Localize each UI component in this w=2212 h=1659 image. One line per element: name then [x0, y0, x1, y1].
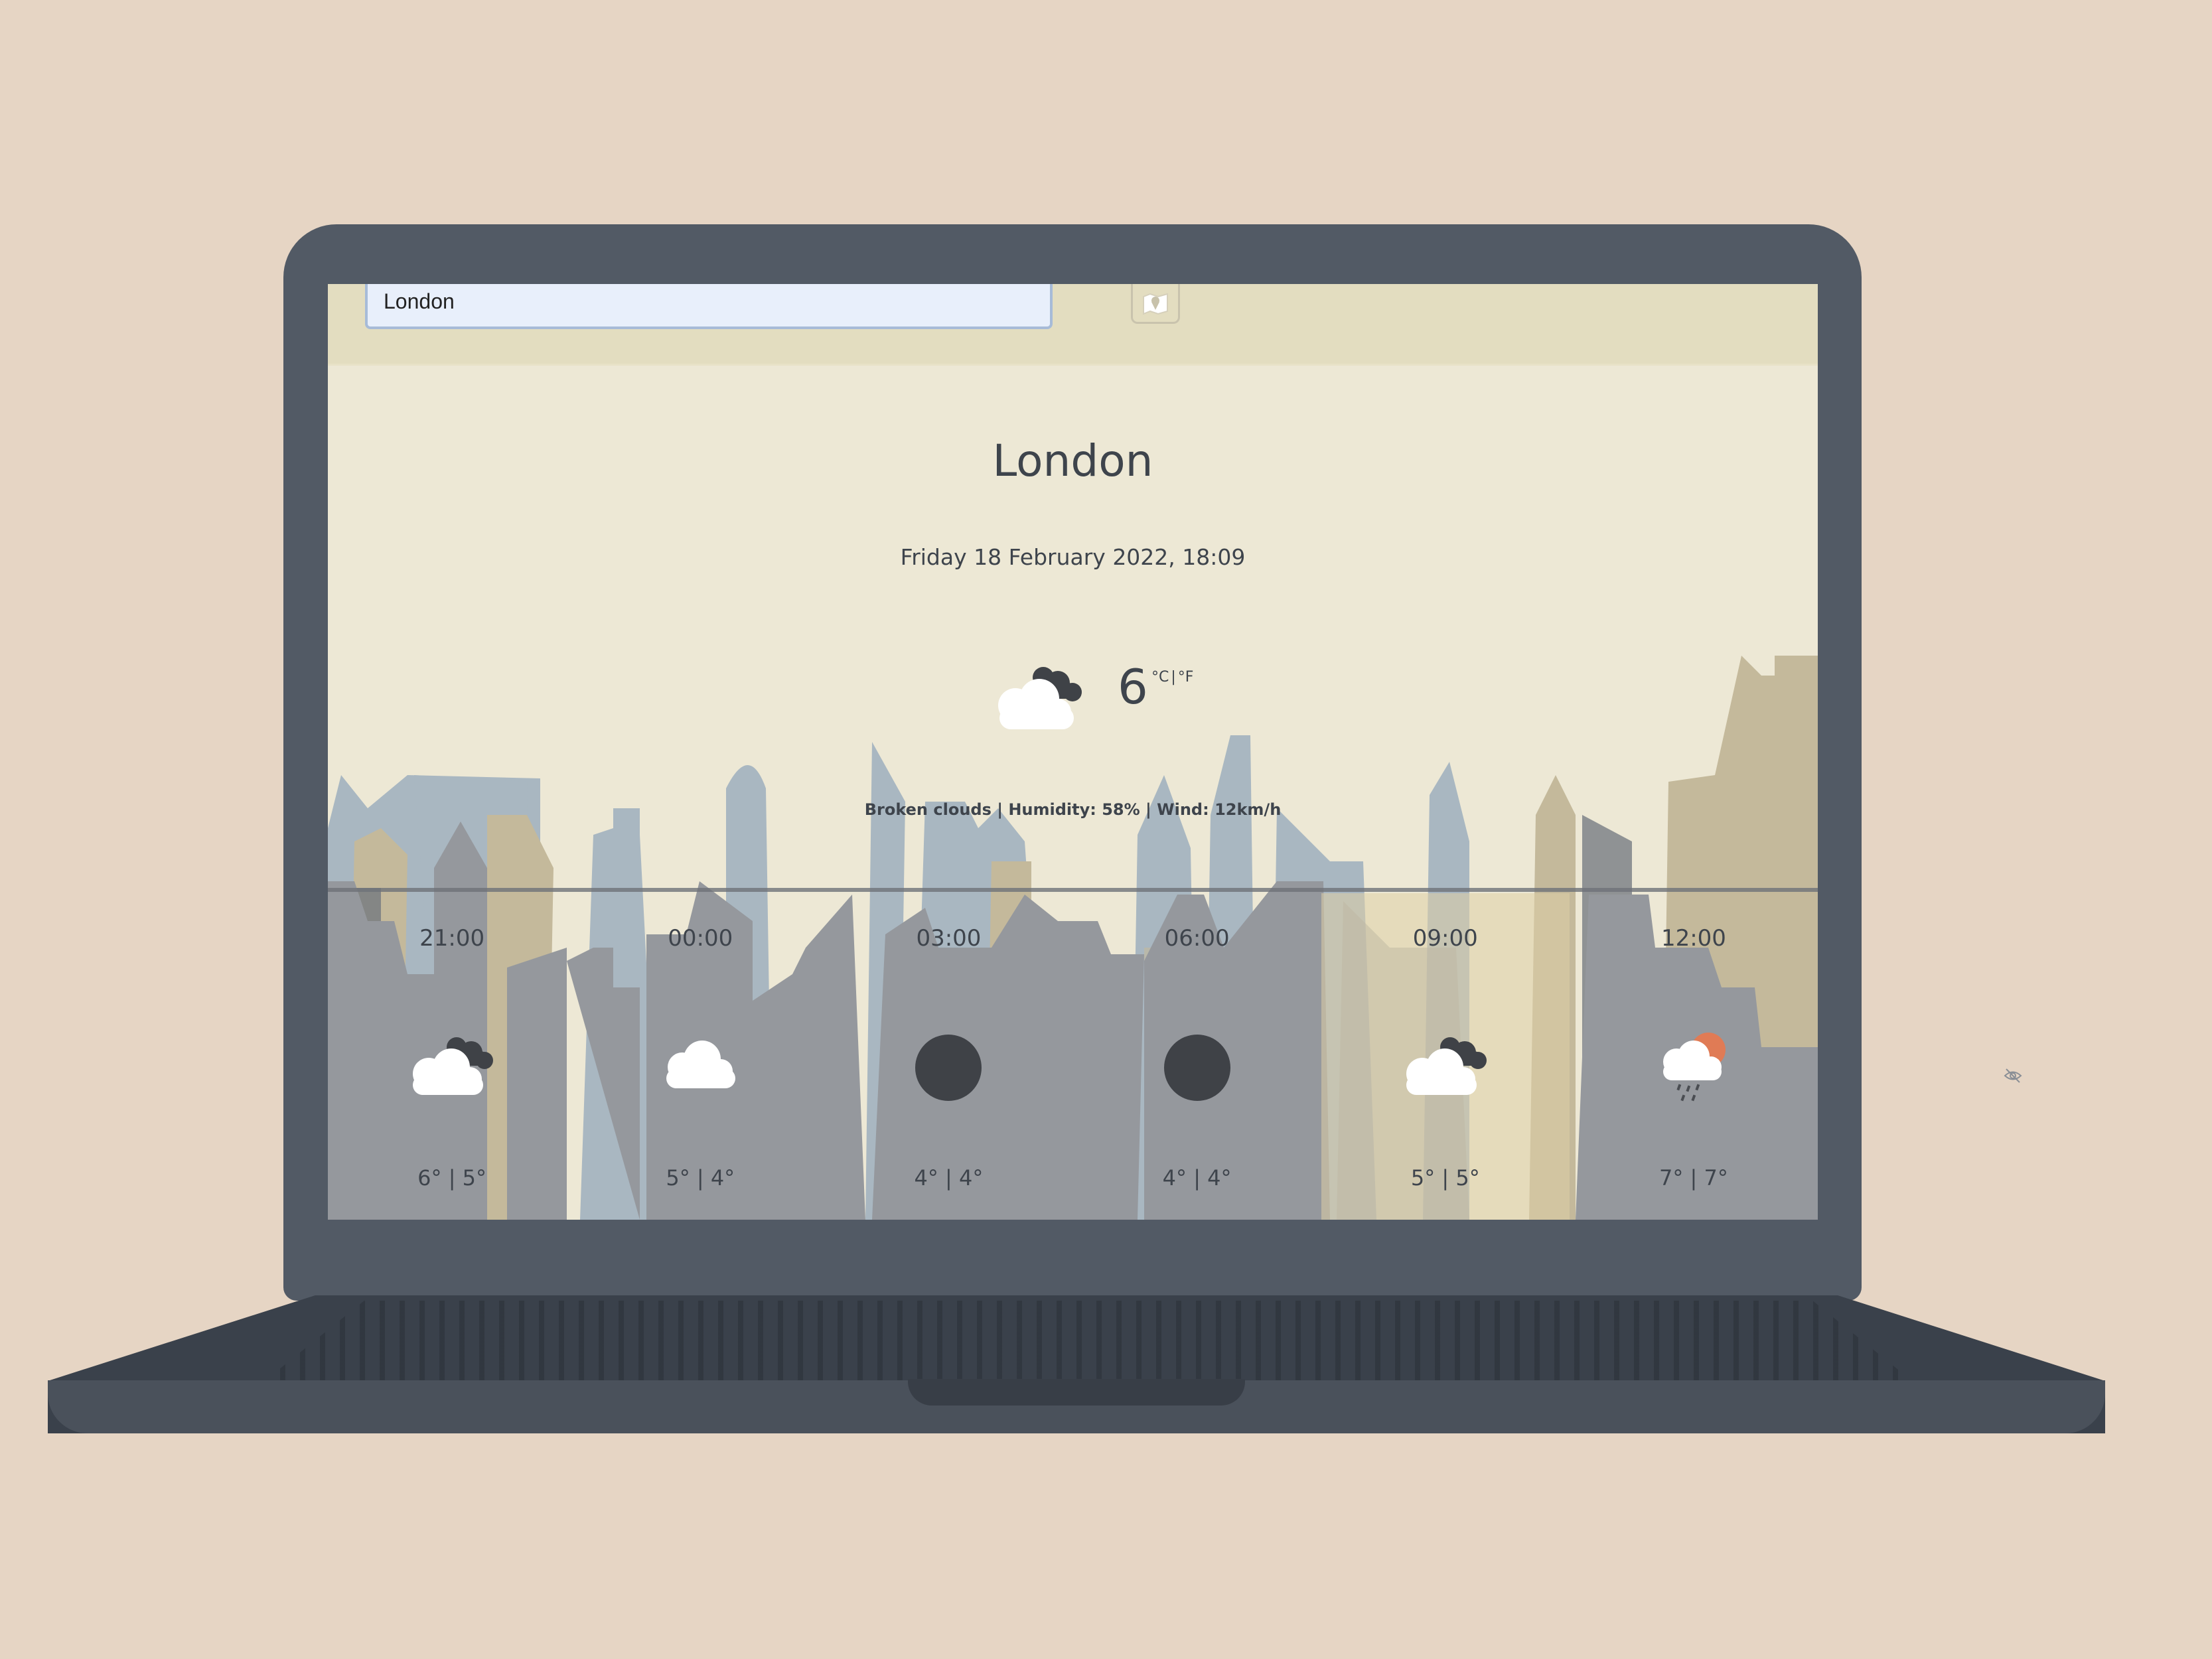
forecast-slot[interactable]: 03:00 4° | 4° [824, 893, 1072, 1220]
broken-clouds-icon [989, 659, 1088, 735]
forecast-time: 21:00 [419, 925, 485, 952]
city-name: London [992, 435, 1153, 486]
hourly-forecast: 21:00 6° | 5° 00:00 5° | 4° 03:00 4° | 4… [328, 893, 1818, 1220]
unit-toggle: °C | °F [1151, 669, 1195, 685]
eye-off-icon[interactable] [2003, 1066, 2023, 1088]
forecast-slot[interactable]: 06:00 4° | 4° [1073, 893, 1321, 1220]
forecast-slot-selected[interactable]: 09:00 5° | 5° [1321, 893, 1570, 1220]
forecast-divider [328, 888, 1818, 892]
forecast-time: 03:00 [916, 925, 982, 952]
clear-night-icon [912, 1031, 985, 1107]
forecast-time: 00:00 [668, 925, 733, 952]
forecast-temps: 6° | 5° [417, 1165, 486, 1190]
broken-clouds-icon [1396, 1031, 1495, 1100]
celsius-link[interactable]: °C [1151, 669, 1169, 685]
forecast-time: 06:00 [1164, 925, 1230, 952]
map-pin-icon [1143, 293, 1168, 315]
forecast-slot[interactable]: 00:00 5° | 4° [576, 893, 824, 1220]
laptop-notch [908, 1379, 1245, 1406]
weather-details: Broken clouds | Humidity: 58% | Wind: 12… [864, 800, 1282, 819]
map-location-button[interactable] [1131, 284, 1180, 324]
app-screen: London London Friday 18 February 2022, 1… [328, 284, 1818, 1220]
forecast-temps: 5° | 4° [666, 1165, 735, 1190]
cloud-icon [657, 1031, 743, 1094]
forecast-time: 12:00 [1660, 925, 1726, 952]
laptop-keyboard [265, 1301, 1911, 1380]
forecast-temps: 4° | 4° [1162, 1165, 1232, 1190]
forecast-slot[interactable]: 12:00 7° | 7° [1570, 893, 1818, 1220]
forecast-slot[interactable]: 21:00 6° | 5° [328, 893, 576, 1220]
forecast-temps: 4° | 4° [914, 1165, 984, 1190]
forecast-temps: 5° | 5° [1410, 1165, 1480, 1190]
sun-rain-icon [1654, 1031, 1733, 1107]
broken-clouds-icon [402, 1031, 502, 1100]
forecast-temps: 7° | 7° [1659, 1165, 1728, 1190]
search-input[interactable]: London [365, 284, 1053, 329]
fahrenheit-link[interactable]: °F [1178, 669, 1194, 685]
top-bar: London [328, 284, 1818, 366]
forecast-time: 09:00 [1412, 925, 1478, 952]
unit-separator: | [1171, 669, 1176, 685]
current-temperature: 6 [1118, 659, 1148, 715]
date-time: Friday 18 February 2022, 18:09 [900, 544, 1246, 570]
clear-night-icon [1161, 1031, 1234, 1107]
